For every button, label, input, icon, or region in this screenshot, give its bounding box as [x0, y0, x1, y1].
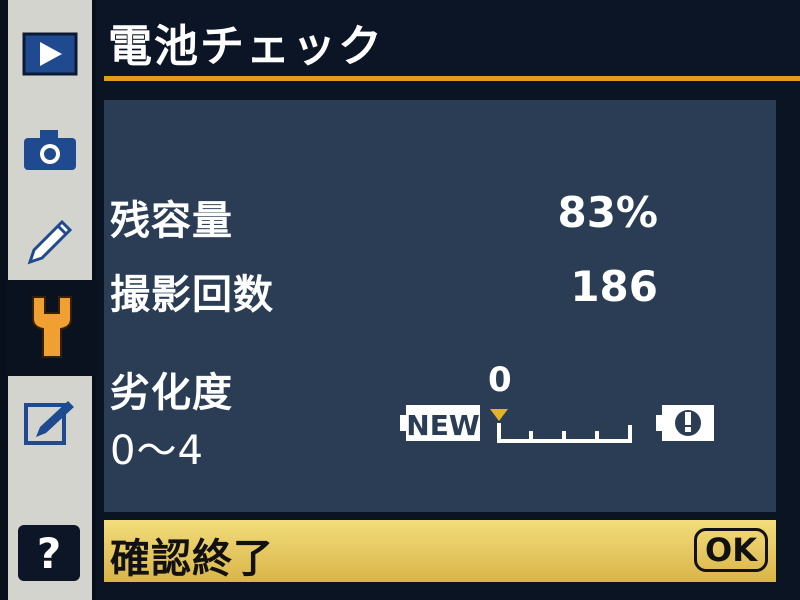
footer-bar: 確認終了 OK — [104, 520, 776, 582]
playback-icon — [22, 32, 78, 76]
header: 電池チェック — [96, 0, 800, 80]
camera-icon — [22, 128, 78, 172]
page-title: 電池チェック — [108, 21, 384, 72]
retouch-icon — [22, 397, 78, 447]
pencil-icon — [22, 212, 78, 268]
help-icon: ? — [36, 528, 62, 578]
menu-item-playback[interactable] — [8, 4, 92, 104]
remaining-charge-value: 83% — [557, 188, 658, 237]
remaining-charge-label: 残容量 — [110, 198, 233, 244]
gauge-scale — [497, 423, 632, 443]
menu-rail: ? — [0, 0, 98, 600]
gauge-new-label: NEW — [406, 409, 480, 442]
shot-count-value: 186 — [570, 262, 658, 311]
battery-age-range: 0〜4 — [110, 428, 204, 474]
help-button[interactable]: ? — [18, 525, 80, 581]
menu-item-retouch[interactable] — [8, 372, 92, 472]
battery-age-label: 劣化度 — [110, 370, 233, 416]
title-underline — [104, 76, 800, 81]
battery-age-gauge: NEW — [400, 405, 714, 443]
new-battery-icon: NEW — [400, 405, 480, 442]
ok-button[interactable]: OK — [694, 528, 768, 572]
shot-count-label: 撮影回数 — [110, 272, 274, 318]
menu-item-custom[interactable] — [8, 190, 92, 290]
menu-item-shooting[interactable] — [8, 100, 92, 200]
replace-battery-icon — [656, 405, 714, 441]
gauge-marker — [490, 409, 508, 421]
menu-item-setup[interactable] — [6, 280, 98, 376]
wrench-icon — [27, 293, 77, 363]
confirm-exit-label: 確認終了 — [110, 536, 274, 582]
